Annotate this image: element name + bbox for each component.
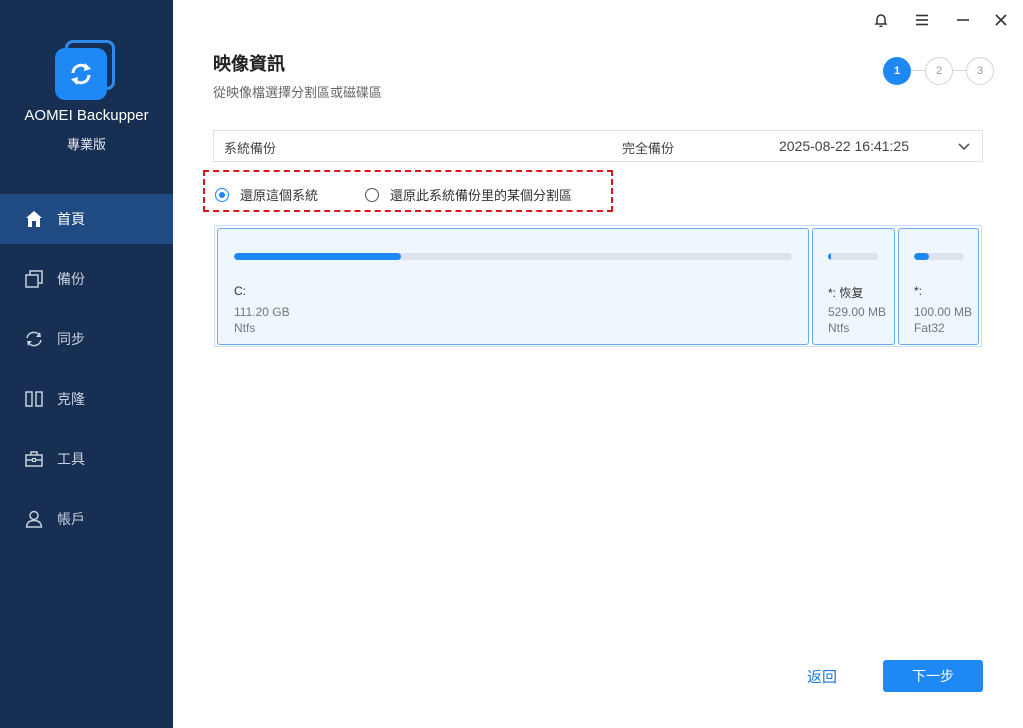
sidebar-item-tools[interactable]: 工具: [0, 434, 173, 484]
sidebar-item-label: 克隆: [57, 392, 85, 408]
backup-type: 完全備份: [622, 142, 675, 157]
step-1: 1: [883, 57, 911, 85]
partition-usage-fill: [914, 253, 929, 260]
clone-icon: [24, 389, 44, 409]
menu-icon[interactable]: [911, 9, 933, 31]
partition-usage-fill: [828, 253, 831, 260]
sidebar-nav: 首頁 備份 同步 克隆 工具 帳戶: [0, 194, 173, 554]
tools-icon: [24, 449, 44, 469]
step-indicator: 1 2 3: [883, 57, 995, 85]
partition-label: C:: [234, 284, 246, 298]
close-icon[interactable]: [990, 9, 1012, 31]
home-icon: [24, 209, 44, 229]
account-icon: [24, 509, 44, 529]
app-edition: 專業版: [66, 138, 106, 153]
partition-usage-bar: [914, 253, 964, 260]
step-connector: [953, 70, 967, 71]
radio-unchecked-icon[interactable]: [365, 187, 379, 202]
radio-checked-icon[interactable]: [215, 187, 229, 202]
sidebar-item-label: 首頁: [57, 212, 85, 228]
bell-icon[interactable]: [870, 9, 892, 31]
sidebar-item-sync[interactable]: 同步: [0, 314, 173, 364]
sync-icon: [24, 329, 44, 349]
partition-usage-bar: [828, 253, 878, 260]
restore-system-option[interactable]: 還原這個系統: [215, 185, 318, 204]
app-title: AOMEI Backupper: [24, 107, 149, 124]
sidebar: AOMEI Backupper 專業版 首頁 備份 同步 克隆 工具 帳戶: [0, 0, 173, 728]
partition-filesystem: Fat32: [914, 321, 945, 335]
backup-date: 2025-08-22 16:41:25: [779, 138, 909, 154]
restore-partition-label: 還原此系統備份里的某個分割區: [390, 189, 573, 204]
next-button[interactable]: 下一步: [883, 660, 983, 692]
partition-label: *: 恢复: [828, 286, 864, 300]
sidebar-item-home[interactable]: 首頁: [0, 194, 173, 244]
partition-filesystem: Ntfs: [234, 321, 256, 335]
sidebar-item-label: 工具: [57, 452, 85, 468]
back-button[interactable]: 返回: [807, 666, 837, 687]
partition-label: *:: [914, 284, 923, 298]
minimize-icon[interactable]: [952, 9, 974, 31]
sidebar-item-label: 帳戶: [57, 512, 85, 528]
partition-filesystem: Ntfs: [828, 321, 850, 335]
restore-options-group: 還原這個系統 還原此系統備份里的某個分割區: [203, 170, 613, 212]
page-subtitle: 從映像檔選擇分割區或磁碟區: [213, 86, 383, 101]
partition-card[interactable]: *: 100.00 MB Fat32: [898, 228, 979, 345]
partition-size: 111.20 GB: [234, 305, 290, 319]
partition-card[interactable]: C: 111.20 GB Ntfs: [217, 228, 809, 345]
sidebar-item-clone[interactable]: 克隆: [0, 374, 173, 424]
step-3: 3: [966, 57, 994, 85]
partition-size: 529.00 MB: [828, 305, 887, 319]
partition-usage-fill: [234, 253, 402, 260]
backup-name: 系統備份: [224, 142, 277, 157]
backup-icon: [24, 269, 44, 289]
sidebar-item-backup[interactable]: 備份: [0, 254, 173, 304]
partition-card[interactable]: *: 恢复 529.00 MB Ntfs: [812, 228, 895, 345]
restore-system-label: 還原這個系統: [240, 189, 319, 204]
sidebar-item-label: 同步: [57, 332, 85, 348]
sidebar-item-label: 備份: [57, 272, 85, 288]
chevron-down-icon[interactable]: [956, 138, 972, 154]
step-2: 2: [925, 57, 953, 85]
partition-size: 100.00 MB: [914, 305, 973, 319]
restore-partition-option[interactable]: 還原此系統備份里的某個分割區: [365, 185, 572, 204]
backup-select-dropdown[interactable]: 系統備份 完全備份 2025-08-22 16:41:25: [213, 130, 983, 162]
app-logo: [55, 40, 117, 100]
sync-arrows-icon: [55, 48, 107, 100]
step-connector: [911, 70, 925, 71]
partition-map: C: 111.20 GB Ntfs *: 恢复 529.00 MB Ntfs *…: [214, 225, 982, 347]
partition-usage-bar: [234, 253, 792, 260]
sidebar-item-account[interactable]: 帳戶: [0, 494, 173, 544]
page-title: 映像資訊: [213, 54, 285, 75]
